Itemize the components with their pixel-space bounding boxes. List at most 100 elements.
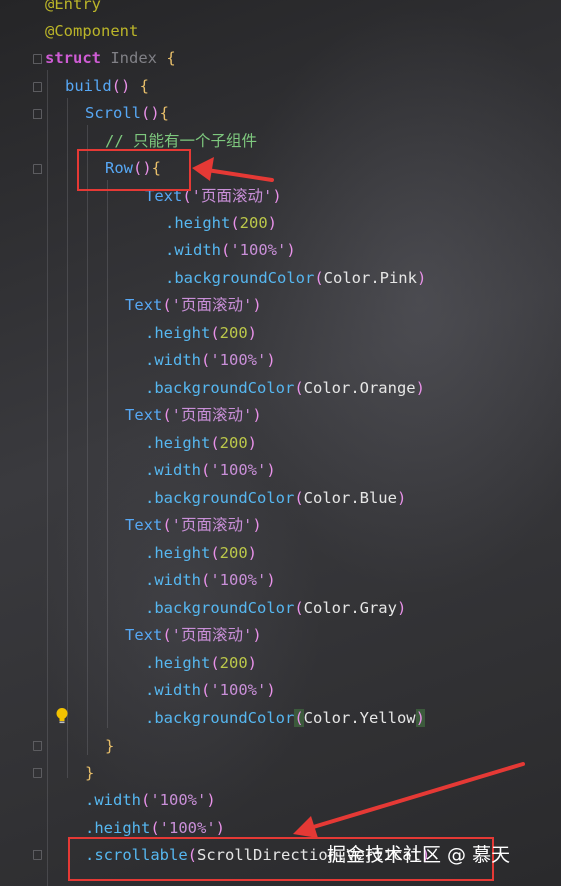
code-token: build — [65, 77, 112, 95]
code-token: Text — [125, 296, 163, 314]
code-token: '页面滚动' — [191, 187, 273, 205]
code-token: ) — [415, 379, 425, 397]
code-token: ( — [314, 269, 324, 287]
code-token: ( — [162, 516, 172, 534]
code-line[interactable]: Scroll(){ — [85, 103, 169, 123]
code-token: 200 — [219, 654, 248, 672]
code-token: { — [166, 49, 176, 67]
code-token: '100%' — [159, 819, 216, 837]
code-token: Color.Blue — [303, 489, 397, 507]
code-token: '100%' — [210, 461, 267, 479]
code-token: 200 — [219, 434, 248, 452]
code-token: ) — [252, 516, 262, 534]
code-line[interactable]: .width('100%') — [85, 790, 216, 810]
code-token: .height — [165, 214, 231, 232]
fold-toggle-row[interactable] — [33, 164, 42, 174]
code-token: .backgroundColor — [165, 269, 315, 287]
code-line[interactable]: .backgroundColor(Color.Orange) — [145, 378, 425, 398]
code-token: ) — [396, 599, 407, 617]
fold-toggle-build-end[interactable] — [33, 850, 42, 860]
code-line[interactable]: Text('页面滚动') — [125, 295, 262, 315]
code-token: ) — [215, 819, 226, 837]
code-line[interactable]: struct Index { — [45, 48, 176, 68]
code-token: ( — [294, 599, 304, 617]
code-token: .width — [145, 351, 201, 369]
code-token: Text — [125, 516, 163, 534]
code-token: '页面滚动' — [171, 626, 253, 644]
code-line[interactable]: build() { — [65, 76, 149, 96]
code-token: ) — [252, 406, 262, 424]
fold-toggle-struct[interactable] — [33, 54, 42, 64]
code-line[interactable]: Text('页面滚动') — [125, 625, 262, 645]
code-token: ( — [201, 461, 211, 479]
code-token: { — [130, 77, 150, 95]
code-token: 200 — [239, 214, 268, 232]
lightbulb-icon[interactable] — [55, 707, 69, 725]
code-line[interactable]: // 只能有一个子组件 — [105, 131, 257, 151]
fold-toggle-build[interactable] — [33, 82, 42, 92]
code-token: ) — [266, 571, 276, 589]
code-token: ) — [206, 791, 216, 809]
code-token: ( — [210, 324, 220, 342]
code-token: ( — [162, 296, 172, 314]
code-token: .height — [145, 324, 211, 342]
code-token: ) — [266, 461, 276, 479]
code-token: ) — [266, 681, 276, 699]
code-token: '100%' — [210, 571, 267, 589]
code-token: Scroll — [85, 104, 141, 122]
code-token: { — [159, 104, 170, 122]
code-token: ) — [396, 489, 407, 507]
code-line[interactable]: .height(200) — [145, 433, 257, 453]
code-token: ( — [141, 791, 151, 809]
code-token: Index — [110, 49, 167, 67]
code-line[interactable]: Text('页面滚动') — [125, 515, 262, 535]
code-token: ) — [247, 544, 258, 562]
code-token: ) — [247, 324, 258, 342]
code-token: ) — [247, 654, 258, 672]
code-line[interactable]: .width('100%') — [145, 570, 276, 590]
code-line[interactable]: .height('100%') — [85, 818, 225, 838]
code-line[interactable]: .width('100%') — [145, 460, 276, 480]
code-token: Color.Pink — [323, 269, 417, 287]
code-line[interactable]: .width('100%') — [165, 240, 296, 260]
code-token: .backgroundColor — [145, 489, 295, 507]
highlight-box-row — [77, 149, 191, 191]
code-line[interactable]: .backgroundColor(Color.Yellow) — [145, 708, 425, 728]
code-line[interactable]: Text('页面滚动') — [125, 405, 262, 425]
code-line[interactable]: .height(200) — [165, 213, 277, 233]
code-token: .width — [145, 681, 201, 699]
code-token: } — [105, 737, 115, 755]
fold-toggle-scroll[interactable] — [33, 109, 42, 119]
code-line[interactable]: .backgroundColor(Color.Gray) — [145, 598, 406, 618]
code-token: Color.Yellow — [303, 709, 416, 727]
code-token: ( — [230, 214, 240, 232]
code-token: ( — [294, 709, 304, 727]
code-token: .backgroundColor — [145, 379, 295, 397]
code-token: ( — [294, 379, 304, 397]
code-line[interactable]: .backgroundColor(Color.Blue) — [145, 488, 406, 508]
code-line[interactable]: .height(200) — [145, 323, 257, 343]
code-line[interactable]: .height(200) — [145, 653, 257, 673]
code-line[interactable]: .backgroundColor(Color.Pink) — [165, 268, 426, 288]
code-token: } — [85, 764, 95, 782]
code-line[interactable]: } — [85, 763, 94, 783]
code-line[interactable]: .height(200) — [145, 543, 257, 563]
code-token: ( — [162, 406, 172, 424]
code-token: ) — [247, 434, 258, 452]
line-gutter — [0, 0, 28, 886]
code-token: ( — [162, 626, 172, 644]
code-line[interactable]: @Entry — [45, 0, 101, 14]
fold-toggle-row-end[interactable] — [33, 741, 42, 751]
code-token: ) — [267, 214, 278, 232]
code-token: () — [111, 77, 131, 95]
code-line[interactable]: } — [105, 736, 114, 756]
code-line[interactable]: .width('100%') — [145, 350, 276, 370]
code-line[interactable]: @Component — [45, 21, 138, 41]
code-token: .width — [145, 461, 201, 479]
code-line[interactable]: .width('100%') — [145, 680, 276, 700]
code-token: @Entry — [45, 0, 101, 13]
code-token: '100%' — [210, 681, 267, 699]
code-token: ) — [266, 351, 276, 369]
fold-toggle-scroll-end[interactable] — [33, 768, 42, 778]
code-token: ( — [210, 654, 220, 672]
